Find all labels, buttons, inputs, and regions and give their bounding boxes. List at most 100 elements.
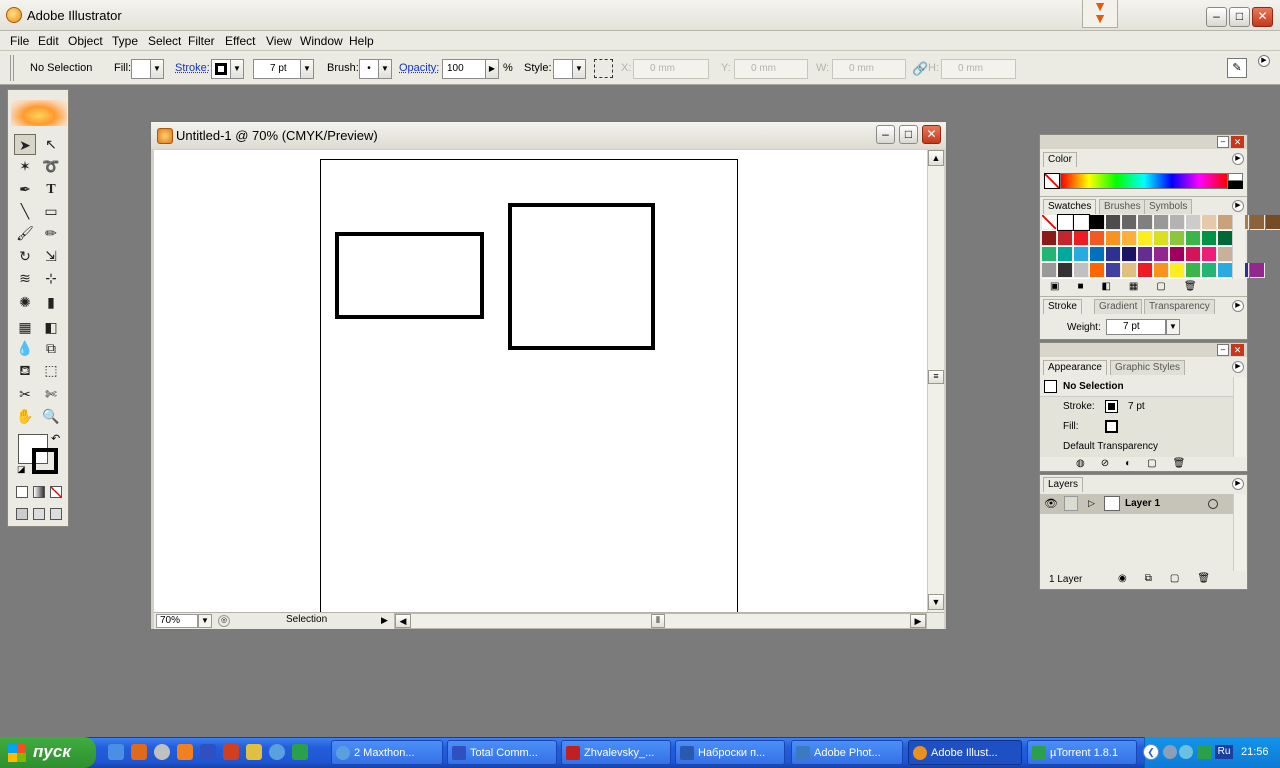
appearance-header[interactable]: – ✕ (1040, 343, 1247, 357)
swatch[interactable] (1090, 215, 1105, 230)
ie-icon[interactable] (108, 744, 124, 760)
blend-tool-icon[interactable]: ⧉ (40, 338, 62, 359)
stroke-weight-dropdown-icon[interactable]: ▼ (300, 59, 314, 79)
tab-layers[interactable]: Layers (1043, 477, 1084, 492)
menu-file[interactable]: File (10, 34, 29, 48)
weight-field[interactable]: 7 pt (1106, 319, 1166, 335)
brush-field[interactable]: • (359, 59, 379, 79)
none-mode-icon[interactable] (50, 486, 62, 498)
white-swatch[interactable] (1228, 173, 1243, 181)
appearance-close-icon[interactable]: ✕ (1231, 344, 1244, 356)
opacity-field[interactable]: 100 (442, 59, 486, 79)
start-button[interactable]: пуск (0, 737, 96, 768)
none-swatch-icon[interactable] (1044, 173, 1060, 189)
screen-mode-normal-icon[interactable] (16, 508, 28, 520)
swatch[interactable] (1106, 215, 1121, 230)
hscroll-thumb[interactable]: ⦀ (651, 614, 665, 628)
swatch[interactable] (1218, 263, 1233, 278)
panel-close-icon[interactable]: ✕ (1231, 136, 1244, 148)
minimize-button[interactable]: – (1206, 7, 1227, 27)
swatch[interactable] (1042, 247, 1057, 262)
appearance-menu-icon[interactable]: ▶ (1232, 361, 1244, 373)
expand-layer-icon[interactable]: ▷ (1088, 498, 1095, 509)
screen-mode-menu-icon[interactable] (33, 508, 45, 520)
y-field[interactable]: 0 mm (734, 59, 808, 79)
menu-view[interactable]: View (266, 34, 292, 48)
appearance-footer-icons[interactable]: ◍⊘◐▢🗑 (1076, 458, 1201, 469)
free-transform-tool-icon[interactable]: ⊹ (40, 268, 62, 289)
scissors-tool-icon[interactable]: ✄ (40, 384, 62, 405)
swatch[interactable] (1042, 231, 1057, 246)
layers-menu-icon[interactable]: ▶ (1232, 478, 1244, 490)
tab-swatches[interactable]: Swatches (1043, 199, 1097, 214)
quicklaunch-icon-3[interactable] (154, 744, 170, 760)
swatch[interactable] (1250, 215, 1265, 230)
collapse-arrows-icon[interactable]: ▼ ▼ (1082, 0, 1118, 28)
swatch[interactable] (1073, 214, 1090, 231)
canvas-area[interactable] (154, 150, 944, 612)
swatch[interactable] (1154, 231, 1169, 246)
appearance-scrollbar[interactable] (1233, 377, 1246, 457)
swatch[interactable] (1202, 247, 1217, 262)
swatch[interactable] (1170, 247, 1185, 262)
swatch[interactable] (1057, 214, 1074, 231)
document-title-bar[interactable]: Untitled-1 @ 70% (CMYK/Preview) – □ ✕ (151, 122, 946, 149)
swatch[interactable] (1218, 247, 1233, 262)
eyedropper-tool-icon[interactable]: 💧 (14, 338, 36, 359)
swatch[interactable] (1170, 215, 1185, 230)
scroll-down-icon[interactable]: ▼ (928, 594, 944, 610)
quicklaunch-icon-2[interactable] (131, 744, 147, 760)
swatch[interactable] (1042, 263, 1057, 278)
swatch[interactable] (1170, 263, 1185, 278)
swatch[interactable] (1186, 263, 1201, 278)
mesh-tool-icon[interactable]: ▦ (14, 317, 36, 338)
menu-help[interactable]: Help (349, 34, 374, 48)
paintbrush-tool-icon[interactable]: 🖌 (14, 223, 36, 244)
swatch[interactable] (1122, 215, 1137, 230)
color-mode-icon[interactable] (16, 486, 28, 498)
direct-selection-tool-icon[interactable]: ↖ (40, 134, 62, 155)
swatch[interactable] (1106, 231, 1121, 246)
swatch[interactable] (1138, 247, 1153, 262)
tray-icon-1[interactable] (1163, 745, 1177, 759)
hand-tool-icon[interactable]: ✋ (14, 406, 36, 427)
swap-fill-stroke-icon[interactable]: ↶ (51, 432, 60, 445)
appearance-stroke-row[interactable]: Stroke: 7 pt (1040, 397, 1233, 417)
scroll-right-icon[interactable]: ▶ (910, 614, 926, 628)
black-swatch[interactable] (1228, 181, 1243, 189)
swatch[interactable] (1090, 247, 1105, 262)
swatch[interactable] (1090, 231, 1105, 246)
doc-minimize-button[interactable]: – (876, 125, 895, 144)
panel-minimize-icon[interactable]: – (1217, 136, 1229, 148)
tab-gradient[interactable]: Gradient (1094, 299, 1143, 314)
swatches-scrollbar[interactable] (1232, 215, 1245, 279)
layers-scrollbar[interactable] (1233, 494, 1246, 571)
stroke-weight-field[interactable]: 7 pt (253, 59, 301, 79)
swatch[interactable] (1154, 263, 1169, 278)
layer-target-icon[interactable] (1208, 499, 1218, 509)
swatch[interactable] (1074, 263, 1089, 278)
swatch[interactable] (1042, 215, 1057, 230)
swatch-grid[interactable] (1042, 214, 1280, 279)
task-pdf[interactable]: Zhvalevsky_... (561, 740, 671, 765)
utorrent-quick-icon[interactable] (292, 744, 308, 760)
quicklaunch-icon-6[interactable] (223, 744, 239, 760)
swatches-menu-icon[interactable]: ▶ (1232, 200, 1244, 212)
reference-point-icon[interactable] (594, 59, 613, 78)
square-shape[interactable] (508, 203, 655, 350)
stroke-color-box[interactable] (32, 448, 58, 474)
visibility-eye-icon[interactable]: 👁 (1044, 497, 1058, 510)
scroll-left-icon[interactable]: ◀ (395, 614, 411, 628)
slice-tool-icon[interactable]: ✂ (14, 384, 36, 405)
rotate-tool-icon[interactable]: ↻ (14, 246, 36, 267)
version-cue-icon[interactable]: ◎ (218, 615, 230, 627)
tab-appearance[interactable]: Appearance (1043, 360, 1107, 375)
swatch[interactable] (1154, 215, 1169, 230)
tab-color[interactable]: Color (1043, 152, 1077, 167)
swatch[interactable] (1106, 263, 1121, 278)
tab-brushes[interactable]: Brushes (1099, 199, 1146, 214)
live-paint-selection-tool-icon[interactable]: ⬚ (40, 360, 62, 381)
gradient-mode-icon[interactable] (33, 486, 45, 498)
tab-stroke[interactable]: Stroke (1043, 299, 1082, 314)
style-dropdown-icon[interactable]: ▼ (572, 59, 586, 79)
